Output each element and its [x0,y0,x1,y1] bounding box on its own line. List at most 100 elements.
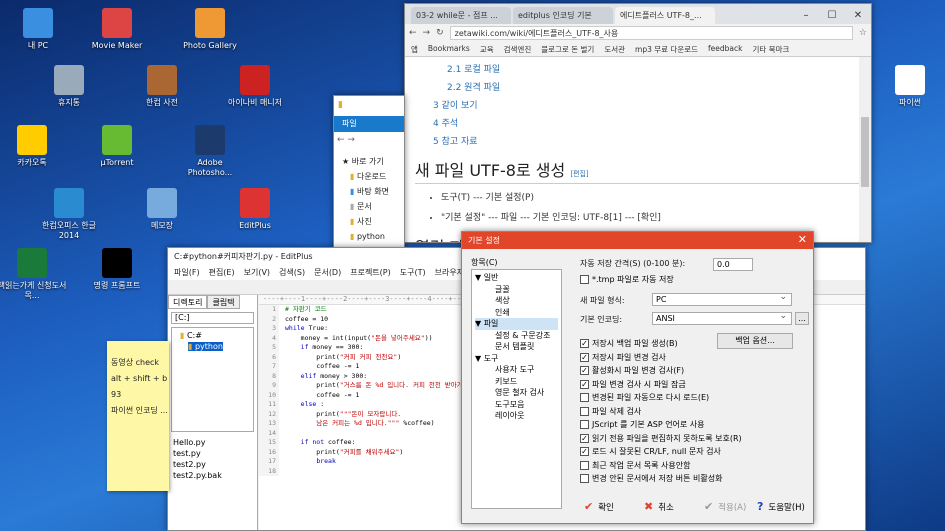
folder-item[interactable]: ▮ C:# [180,330,245,341]
bookmark-item[interactable]: 앱 [411,44,418,54]
bookmark-item[interactable]: 도서관 [604,44,625,54]
category-item[interactable]: 글꼴 [475,284,558,296]
tab-directory[interactable]: 디렉토리 [168,295,208,309]
desktop-icon[interactable]: 메모장 [127,188,197,231]
nav-item[interactable]: ▮ 문서 [342,199,404,214]
desktop-icon[interactable]: Photo Gallery [175,8,245,51]
option-checkbox[interactable]: 파일 삭제 검사 [580,406,641,417]
category-item[interactable]: 색상 [475,295,558,307]
desktop-icon[interactable]: 한컴 사전 [127,65,197,108]
nav-item[interactable]: ▮ 바탕 화면 [342,184,404,199]
maximize-button[interactable]: ☐ [819,7,845,24]
option-checkbox[interactable]: ✓ 활성화시 파일 변경 검사(F) [580,365,684,376]
file-item[interactable]: test2.py [173,459,252,470]
menu-item[interactable]: 도구(T) [400,267,426,278]
menu-item[interactable]: 편집(E) [209,267,235,278]
ok-button[interactable]: ✔ 확인 [584,500,614,513]
file-item[interactable]: test.py [173,448,252,459]
category-item[interactable]: 인쇄 [475,307,558,319]
menu-item[interactable]: 보기(V) [244,267,270,278]
option-checkbox[interactable]: JScript 를 기본 ASP 언어로 사용 [580,419,705,430]
folder-item[interactable]: ▮ python [180,341,245,352]
desktop-icon[interactable]: Movie Maker [82,8,152,51]
desktop-icon[interactable]: 한컴오피스 한글 2014 [34,188,104,241]
file-item[interactable]: test2.py.bak [173,470,252,481]
desktop-icon[interactable]: 휴지통 [34,65,104,108]
nav-item[interactable]: ▮ python [342,229,404,244]
chrome-tab-2[interactable]: editplus 인코딩 기본 [513,7,613,24]
bookmark-item[interactable]: 블로그로 돈 벌기 [541,44,594,54]
star-icon[interactable]: ☆ [859,28,867,38]
cancel-button[interactable]: ✖ 취소 [644,500,674,513]
tab-cliptext[interactable]: 클립텍 [207,295,240,309]
desktop-icon[interactable]: 명령 프롬프트 [82,248,152,291]
menu-item[interactable]: 파일(F) [174,267,200,278]
chrome-tab-3[interactable]: 에디트플러스 UTF-8_... [615,7,715,24]
nav-arrows[interactable]: ← → [334,132,404,150]
close-button[interactable]: ✕ [845,7,871,24]
minimize-button[interactable]: – [793,7,819,24]
bookmark-item[interactable]: 검색엔진 [504,44,532,54]
desktop-icon[interactable]: Adobe Photosho... [175,125,245,178]
forward-icon[interactable]: → [423,28,431,38]
desktop-icon[interactable]: 내 PC [3,8,73,51]
edit-link[interactable]: [편집] [570,170,588,178]
option-checkbox[interactable]: ✓ 파일 변경 검사 시 파일 잠금 [580,379,686,390]
option-checkbox[interactable]: 최근 작업 문서 목록 사용안함 [580,460,691,471]
nav-item[interactable]: ★ 바로 가기 [342,154,404,169]
option-checkbox[interactable]: 변경된 파일 자동으로 다시 로드(E) [580,392,709,403]
menu-item[interactable]: 검색(S) [279,267,305,278]
option-checkbox[interactable]: ✓ 읽기 전용 파일을 편집하지 못하도록 보호(R) [580,433,742,444]
desktop-icon[interactable]: 아이나비 매니저 [220,65,290,108]
desktop-icon[interactable]: EditPlus [220,188,290,231]
category-item[interactable]: ▼ 도구 [475,353,558,365]
menu-item[interactable]: 문서(D) [314,267,341,278]
address-bar[interactable]: zetawiki.com/wiki/에디트플러스_UTF-8_사용 [449,26,853,40]
source-code[interactable]: # 자판기 코드 coffee = 10 while True: money =… [279,305,482,476]
category-item[interactable]: ▼ 일반 [475,272,558,284]
toc-link[interactable]: 2.2 원격 파일 [433,79,861,97]
category-item[interactable]: 설정 & 구문강조 [475,330,558,342]
bookmark-item[interactable]: 교육 [480,44,494,54]
chrome-tab-1[interactable]: 03-2 while문 - 점프 ... [411,7,511,24]
option-checkbox[interactable]: 변경 안된 문서에서 저장 버튼 비활성화 [580,473,722,484]
desktop-icon[interactable]: 파이썬 [875,65,945,108]
autosave-input[interactable]: 0.0 [713,258,753,271]
option-checkbox[interactable]: ✓ 로드 시 잘못된 CR/LF, null 문자 검사 [580,446,721,457]
apply-button[interactable]: ✔ 적용(A) [704,500,746,513]
category-item[interactable]: 도구모음 [475,399,558,411]
help-button[interactable]: ? 도움말(H) [757,500,805,513]
toc-link[interactable]: 2.1 로컬 파일 [433,61,861,79]
back-icon[interactable]: ← [409,28,417,38]
sticky-note[interactable]: 동영상 check alt + shift + b 93 파이썬 인코딩 ... [107,341,169,491]
toc-link[interactable]: 3 같이 보기 [433,97,861,115]
desktop-icon[interactable]: 책읽는가게 신청도서목... [0,248,67,301]
bookmark-item[interactable]: 기타 북마크 [752,44,789,54]
category-item[interactable]: 문서 템플릿 [475,341,558,353]
category-item[interactable]: 사용자 도구 [475,364,558,376]
category-item[interactable]: 영문 철자 검사 [475,387,558,399]
drive-select[interactable]: [C:] [171,312,254,324]
bookmark-item[interactable]: feedback [708,44,742,54]
ribbon-file-tab[interactable]: 파일 [334,116,404,132]
desktop-icon[interactable]: µTorrent [82,125,152,168]
desktop-icon[interactable]: 카카오톡 [0,125,67,168]
nav-item[interactable]: ▮ 사진 [342,214,404,229]
toc-link[interactable]: 4 주석 [433,115,861,133]
category-item[interactable]: 레이아웃 [475,410,558,422]
toc-link[interactable]: 5 참고 자료 [433,133,861,151]
encoding-select[interactable]: ANSI [652,311,792,325]
bookmark-item[interactable]: Bookmarks [428,44,470,54]
close-icon[interactable]: ✕ [798,234,807,246]
option-checkbox[interactable]: ✓ 저장시 백업 파일 생성(B) [580,338,678,349]
category-item[interactable]: 키보드 [475,376,558,388]
tmp-autosave-checkbox[interactable]: *.tmp 파일로 자동 저장 [580,274,674,285]
newfile-format-select[interactable]: PC [652,292,792,306]
scrollbar[interactable] [859,57,871,242]
menu-item[interactable]: 프로젝트(P) [350,267,391,278]
bookmark-item[interactable]: mp3 무료 다운로드 [635,44,698,54]
option-checkbox[interactable]: ✓ 저장시 파일 변경 검사 [580,352,666,363]
reload-icon[interactable]: ↻ [436,28,444,38]
file-item[interactable]: Hello.py [173,437,252,448]
backup-options-button[interactable]: 백업 옵션... [717,333,793,349]
